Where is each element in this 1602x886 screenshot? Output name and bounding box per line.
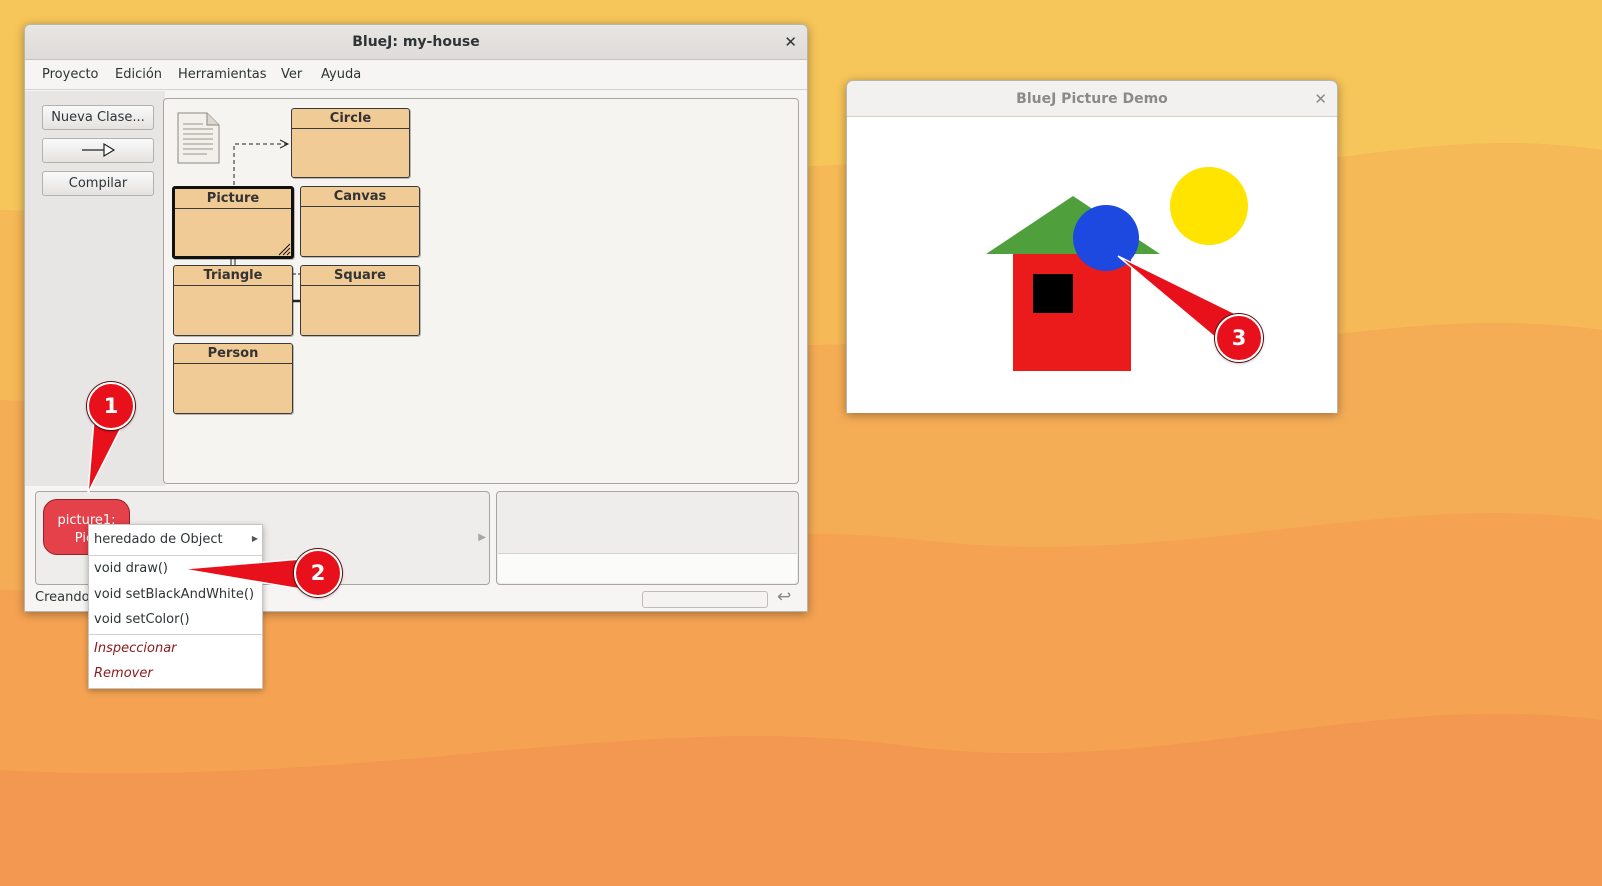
- class-triangle[interactable]: Triangle: [173, 265, 293, 336]
- callout-2: 2: [294, 549, 342, 597]
- return-icon[interactable]: ↩: [777, 587, 791, 607]
- demo-titlebar[interactable]: BlueJ Picture Demo ✕: [847, 81, 1337, 117]
- class-name: Triangle: [174, 266, 292, 286]
- context-menu: heredado de Object ▶ void draw() void se…: [88, 524, 263, 689]
- class-picture[interactable]: Picture: [172, 186, 294, 259]
- close-icon[interactable]: ✕: [784, 25, 797, 60]
- class-canvas[interactable]: Canvas: [300, 186, 420, 257]
- compile-button[interactable]: Compilar: [42, 171, 154, 196]
- class-name: Person: [174, 344, 292, 364]
- arrow-icon: [82, 142, 116, 158]
- class-person[interactable]: Person: [173, 343, 293, 414]
- new-arrow-button[interactable]: [42, 138, 154, 163]
- picture-demo-window: BlueJ Picture Demo ✕: [846, 80, 1338, 413]
- document-icon[interactable]: [177, 112, 221, 164]
- submenu-arrow-icon: ▶: [251, 534, 258, 543]
- menu-inherited-object[interactable]: heredado de Object: [94, 532, 223, 547]
- class-name: Circle: [292, 109, 409, 129]
- scroll-arrow-icon[interactable]: ▶: [478, 532, 486, 543]
- close-icon[interactable]: ✕: [1314, 81, 1327, 117]
- callout-3: 3: [1215, 314, 1263, 362]
- house-drawing: [986, 167, 1248, 371]
- menu-separator: [89, 634, 262, 635]
- main-titlebar[interactable]: BlueJ: my-house ✕: [25, 25, 807, 60]
- class-name: Picture: [175, 189, 291, 209]
- status-text: Creando: [35, 590, 90, 605]
- menu-edicion[interactable]: Edición: [115, 60, 162, 90]
- menu-separator: [89, 555, 262, 556]
- house-window: [1033, 274, 1073, 313]
- status-progress: [642, 591, 768, 608]
- drawing-canvas: [847, 117, 1337, 413]
- menu-herramientas[interactable]: Herramientas: [178, 60, 267, 90]
- codepad: [496, 491, 799, 585]
- menu-inspeccionar[interactable]: Inspeccionar: [94, 641, 177, 656]
- window-title: BlueJ: my-house: [352, 34, 480, 50]
- menu-remover[interactable]: Remover: [94, 666, 153, 681]
- codepad-input[interactable]: [498, 553, 797, 583]
- menu-bar: Proyecto Edición Herramientas Ver Ayuda: [25, 60, 807, 90]
- tool-panel: Nueva Clase... Compilar: [25, 91, 165, 486]
- class-name: Canvas: [301, 187, 419, 207]
- callout-1: 1: [87, 382, 135, 430]
- blue-circle: [1073, 205, 1139, 271]
- menu-void-setcolor[interactable]: void setColor(): [94, 612, 190, 627]
- menu-void-draw[interactable]: void draw(): [94, 561, 168, 576]
- class-square[interactable]: Square: [300, 265, 420, 336]
- sun-circle: [1170, 167, 1248, 245]
- demo-window-title: BlueJ Picture Demo: [1016, 91, 1168, 107]
- menu-void-setblackandwhite[interactable]: void setBlackAndWhite(): [94, 587, 254, 602]
- class-circle[interactable]: Circle: [291, 108, 410, 178]
- menu-ayuda[interactable]: Ayuda: [321, 60, 361, 90]
- class-diagram[interactable]: Circle Picture Canvas Triangle Square Pe…: [163, 98, 799, 484]
- new-class-button[interactable]: Nueva Clase...: [42, 105, 154, 130]
- resize-handle-icon[interactable]: [277, 242, 291, 256]
- menu-ver[interactable]: Ver: [281, 60, 302, 90]
- menu-proyecto[interactable]: Proyecto: [42, 60, 99, 90]
- class-name: Square: [301, 266, 419, 286]
